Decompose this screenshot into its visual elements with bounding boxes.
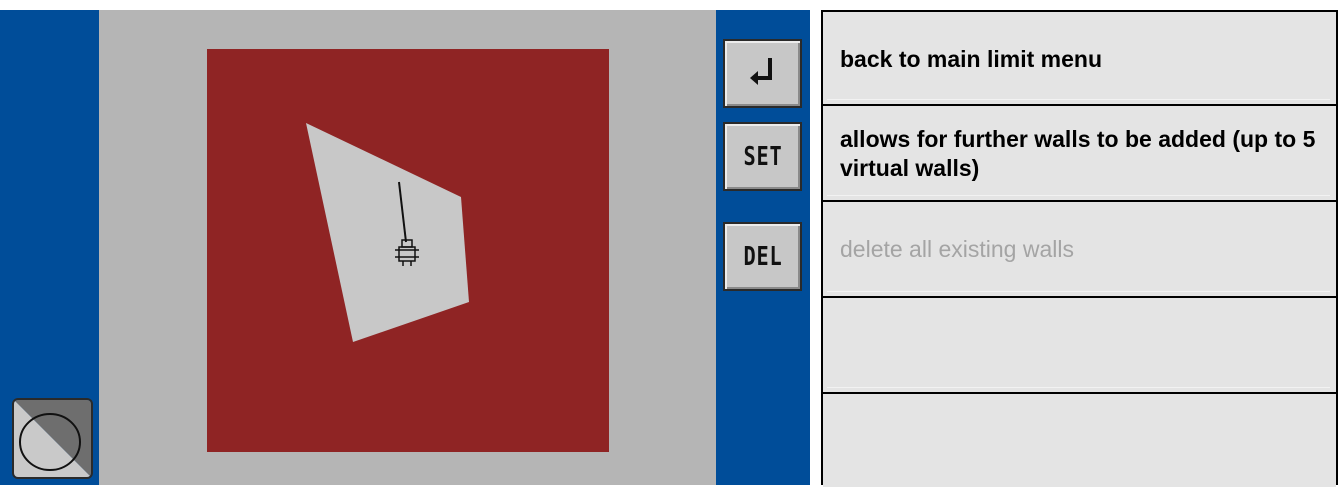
del-button-label: DEL: [743, 241, 782, 272]
circle-icon: [14, 400, 91, 477]
description-back-text: back to main limit menu: [840, 46, 1102, 72]
back-button[interactable]: [723, 39, 802, 108]
set-button-label: SET: [743, 141, 782, 172]
machine-screen: SET DEL: [0, 10, 810, 485]
description-row-del: delete all existing walls: [823, 202, 1336, 298]
del-button[interactable]: DEL: [723, 222, 802, 291]
wall-drawing: [207, 49, 609, 452]
return-arrow-icon: [746, 54, 780, 93]
description-row-back: back to main limit menu: [823, 12, 1336, 106]
limit-canvas: [99, 10, 716, 485]
set-button[interactable]: SET: [723, 122, 802, 191]
description-row-empty-1: [823, 298, 1336, 394]
description-del-text: delete all existing walls: [840, 236, 1074, 262]
description-row-set: allows for further walls to be added (up…: [823, 106, 1336, 202]
description-row-empty-2: [823, 394, 1336, 487]
description-set-text: allows for further walls to be added (up…: [840, 126, 1316, 181]
description-table: back to main limit menu allows for furth…: [821, 10, 1338, 487]
circle-button[interactable]: [12, 398, 93, 479]
